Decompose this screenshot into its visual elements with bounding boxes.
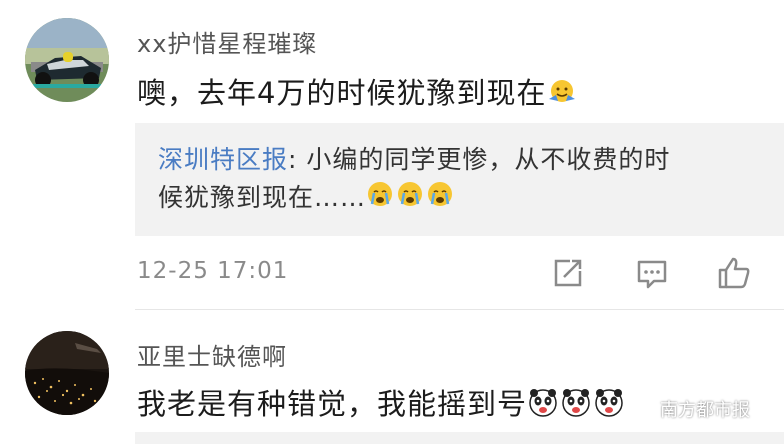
avatar-racing-car[interactable]: [25, 18, 109, 102]
comment-icon[interactable]: [634, 255, 670, 291]
hug-emoji-icon: [546, 77, 578, 114]
wechat-logo-icon: [628, 396, 654, 423]
comment-text: 噢，去年4万的时候犹豫到现在: [137, 70, 578, 114]
reply-quote[interactable]: 深圳特区报: 小编的同学更惨，从不收费的时 候犹豫到现在……: [135, 123, 784, 236]
reply-separator: :: [288, 145, 307, 174]
share-icon[interactable]: [550, 255, 586, 291]
comment-divider: [135, 309, 784, 310]
comment-text-body: 噢，去年4万的时候犹豫到现在: [137, 76, 547, 110]
comment-username[interactable]: xx护惜星程璀璨: [137, 24, 317, 59]
avatar-night-city[interactable]: [25, 331, 109, 415]
comment-text: 我老是有种错觉，我能摇到号: [137, 381, 627, 426]
comment-text-body: 我老是有种错觉，我能摇到号: [137, 387, 528, 421]
reply-quote-partial: [135, 432, 784, 444]
watermark: 南方都市报: [628, 393, 750, 425]
comment-timestamp: 12-25 17:01: [137, 258, 289, 284]
comment-username[interactable]: 亚里士缺德啊: [137, 337, 287, 372]
reply-text-line1: 小编的同学更惨，从不收费的时: [306, 145, 671, 174]
reply-text-line2: 候犹豫到现在……: [158, 183, 367, 212]
like-icon[interactable]: [716, 255, 752, 291]
watermark-text: 南方都市报: [660, 400, 750, 421]
crying-emoji-icon: [366, 180, 456, 219]
reply-author-link[interactable]: 深圳特区报: [158, 145, 288, 174]
panda-emoji-icon: [527, 387, 627, 426]
